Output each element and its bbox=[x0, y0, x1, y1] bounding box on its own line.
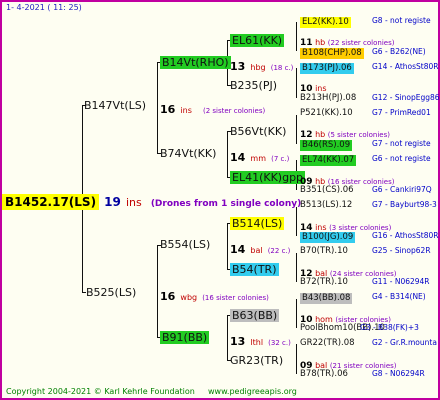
gen4-note: G7 - not registe bbox=[372, 139, 431, 148]
gen4-note: G3 - B38(FK)+3 bbox=[360, 323, 419, 332]
gen4-name[interactable]: B213H(PJ).08 bbox=[300, 94, 356, 103]
site-link[interactable]: www.pedigreeapis.org bbox=[208, 388, 297, 396]
connector-line bbox=[296, 68, 297, 98]
gen4-name[interactable]: GR22(TR).08 bbox=[300, 339, 355, 348]
gen3-name[interactable]: EL41(KK)gpp bbox=[230, 171, 306, 184]
gen4-name[interactable]: B72(TR).10 bbox=[300, 278, 348, 287]
connector-line bbox=[227, 131, 228, 177]
gen4-name[interactable]: P521(KK).10 bbox=[300, 109, 353, 118]
gen4-note: G16 - AthosSt80R bbox=[372, 231, 439, 240]
gen1-info: 16 wbg (16 sister colonies) bbox=[160, 290, 269, 303]
gen4-name[interactable]: B43(BB).08 bbox=[300, 293, 353, 304]
connector-line bbox=[157, 245, 158, 337]
gen4-note: G6 - Cankiri97Q bbox=[372, 185, 432, 194]
gen2-info: 13 hbg (18 c.) bbox=[230, 60, 294, 73]
gen4-name[interactable]: B351(CS).06 bbox=[300, 186, 354, 195]
gen1-info: 16 ins (2 sister colonies) bbox=[160, 103, 266, 116]
gen2-info: 14 mm (7 c.) bbox=[230, 151, 290, 164]
gen4-note: G2 - Gr.R.mounta bbox=[372, 338, 437, 347]
connector-line bbox=[296, 22, 297, 51]
connector-line bbox=[296, 299, 297, 328]
gen4-name[interactable]: EL2(KK).10 bbox=[300, 17, 351, 28]
gen4-info: 11 hb (22 sister colonies) bbox=[300, 38, 395, 48]
connector-line bbox=[296, 344, 297, 374]
gen4-name[interactable]: B173(PJ).06 bbox=[300, 63, 354, 74]
connector-line bbox=[227, 315, 228, 360]
gen2-info: 13 lthl (32 c.) bbox=[230, 335, 291, 348]
gen4-name[interactable]: B78(TR).06 bbox=[300, 370, 348, 379]
date-stamp: 1- 4-2021 ( 11: 25) bbox=[6, 3, 82, 12]
gen4-note: G7 - Bayburt98-3 bbox=[372, 200, 437, 209]
gen4-name[interactable]: B100(JG).09 bbox=[300, 232, 356, 243]
connector-line bbox=[296, 115, 297, 144]
root-name: B1452.17(LS) bbox=[2, 194, 100, 210]
root-suffix: ins bbox=[125, 196, 142, 209]
gen4-note: G12 - SinopEgg86R bbox=[372, 93, 440, 102]
copyright-text: Copyright 2004-2021 © Karl Kehrle Founda… bbox=[6, 387, 195, 396]
gen4-note: G6 - not registe bbox=[372, 154, 431, 163]
gen3-name[interactable]: B54(TR) bbox=[230, 263, 279, 276]
gen4-name[interactable]: B70(TR).10 bbox=[300, 247, 348, 256]
gen3-name[interactable]: GR23(TR) bbox=[230, 355, 283, 366]
gen4-note: G4 - B314(NE) bbox=[372, 292, 426, 301]
gen2-name[interactable]: B74Vt(KK) bbox=[160, 148, 216, 159]
gen2-info: 14 bal (22 c.) bbox=[230, 243, 291, 256]
gen4-note: G8 - N06294R bbox=[372, 369, 425, 378]
gen4-info: 12 hb (5 sister colonies) bbox=[300, 130, 390, 140]
gen3-name[interactable]: EL61(KK) bbox=[230, 34, 285, 47]
connector-line bbox=[296, 253, 297, 282]
gen4-name[interactable]: B108(CHP).08 bbox=[300, 48, 364, 59]
gen3-name[interactable]: B514(LS) bbox=[230, 217, 285, 230]
gen4-note: G7 - PrimRed01 bbox=[372, 108, 431, 117]
gen4-note: G6 - B262(NE) bbox=[372, 47, 426, 56]
gen1-name[interactable]: B147Vt(LS) bbox=[84, 100, 146, 111]
gen2-name[interactable]: B91(BB) bbox=[160, 331, 210, 344]
gen1-name[interactable]: B525(LS) bbox=[86, 287, 136, 298]
gen2-name[interactable]: B554(LS) bbox=[160, 239, 210, 250]
gen4-note: G11 - N06294R bbox=[372, 277, 430, 286]
gen4-info: 10 ins bbox=[300, 84, 327, 94]
gen3-name[interactable]: B63(BB) bbox=[230, 309, 280, 322]
root-queen[interactable]: B1452.17(LS) 19 ins (Drones from 1 singl… bbox=[2, 193, 302, 210]
connector-line bbox=[296, 207, 297, 236]
gen2-name[interactable]: B14Vt(RHO) bbox=[160, 56, 231, 69]
gen4-name[interactable]: EL74(KK).07 bbox=[300, 155, 357, 166]
drones-note: (Drones from 1 single colony) bbox=[150, 199, 302, 209]
gen4-note: G25 - Sinop62R bbox=[372, 246, 431, 255]
gen3-name[interactable]: B56Vt(KK) bbox=[230, 126, 286, 137]
root-year: 19 bbox=[104, 195, 121, 209]
connector-line bbox=[157, 62, 158, 153]
connector-line bbox=[227, 223, 228, 269]
gen4-note: G14 - AthosSt80R bbox=[372, 62, 439, 71]
gen4-name[interactable]: B513(LS).12 bbox=[300, 201, 352, 210]
gen4-note: G8 - not registe bbox=[372, 16, 431, 25]
gen4-name[interactable]: B46(RS).09 bbox=[300, 140, 353, 151]
gen3-name[interactable]: B235(PJ) bbox=[230, 80, 277, 91]
